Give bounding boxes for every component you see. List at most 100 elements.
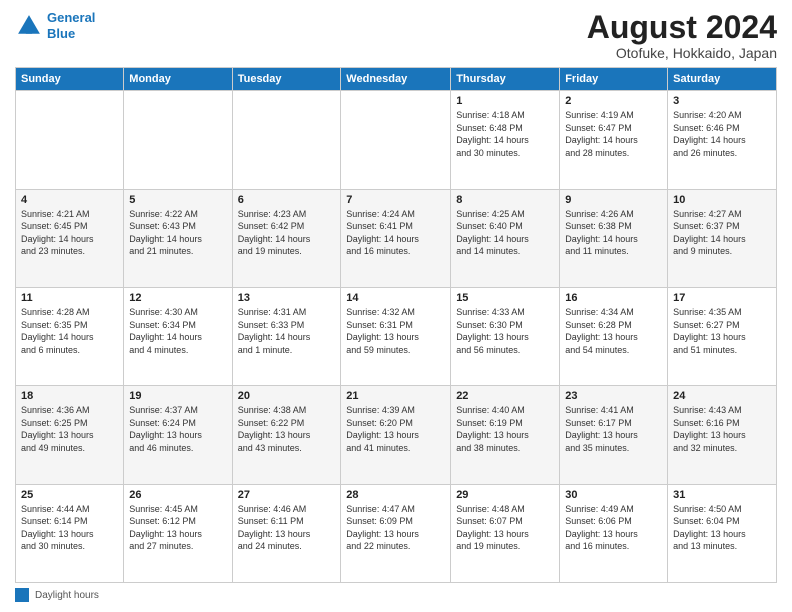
- day-number: 4: [21, 194, 118, 206]
- day-number: 13: [238, 292, 336, 304]
- calendar-cell: 22Sunrise: 4:40 AM Sunset: 6:19 PM Dayli…: [451, 386, 560, 484]
- calendar-cell: 10 Sunrise: 4:27 AM Sunset: 6:37 PM Dayli…: [668, 189, 777, 287]
- footer: Daylight hours: [15, 588, 777, 602]
- title-block: August 2024 Otofuke, Hokkaido, Japan: [587, 10, 777, 61]
- day-info: Sunrise: 4:25 AM Sunset: 6:40 PM Dayligh…: [456, 208, 554, 258]
- day-info: Sunrise: 4:35 AM Sunset: 6:27 PM Dayligh…: [673, 306, 771, 356]
- day-number: 3: [673, 95, 771, 107]
- day-info: Sunrise: 4:23 AM Sunset: 6:42 PM Dayligh…: [238, 208, 336, 258]
- calendar-cell: 31 Sunrise: 4:50 AM Sunset: 6:04 PM Dayli…: [668, 484, 777, 582]
- header: General Blue August 2024 Otofuke, Hokkai…: [15, 10, 777, 61]
- logo-text: General Blue: [47, 10, 95, 41]
- day-number: 5: [129, 194, 226, 206]
- day-info: Sunrise: 4:49 AM Sunset: 6:06 PM Dayligh…: [565, 503, 662, 553]
- subtitle: Otofuke, Hokkaido, Japan: [587, 45, 777, 61]
- calendar-cell: 25 Sunrise: 4:44 AM Sunset: 6:14 PM Dayli…: [16, 484, 124, 582]
- day-number: 20: [238, 390, 336, 402]
- day-number: 30: [565, 489, 662, 501]
- calendar-cell: [232, 91, 341, 189]
- calendar-cell: 3 Sunrise: 4:20 AM Sunset: 6:46 PM Daylig…: [668, 91, 777, 189]
- day-info: Sunrise: 4:26 AM Sunset: 6:38 PM Dayligh…: [565, 208, 662, 258]
- day-info: Sunrise: 4:33 AM Sunset: 6:30 PM Dayligh…: [456, 306, 554, 356]
- day-info: Sunrise: 4:43 AM Sunset: 6:16 PM Dayligh…: [673, 404, 771, 454]
- day-number: 14: [346, 292, 445, 304]
- day-number: 17: [673, 292, 771, 304]
- footer-label: Daylight hours: [35, 590, 99, 601]
- calendar-header-saturday: Saturday: [668, 68, 777, 91]
- day-info: Sunrise: 4:21 AM Sunset: 6:45 PM Dayligh…: [21, 208, 118, 258]
- day-info: Sunrise: 4:41 AM Sunset: 6:17 PM Dayligh…: [565, 404, 662, 454]
- day-number: 11: [21, 292, 118, 304]
- day-number: 31: [673, 489, 771, 501]
- calendar-cell: 1Sunrise: 4:18 AM Sunset: 6:48 PM Daylig…: [451, 91, 560, 189]
- day-info: Sunrise: 4:32 AM Sunset: 6:31 PM Dayligh…: [346, 306, 445, 356]
- day-number: 15: [456, 292, 554, 304]
- day-number: 2: [565, 95, 662, 107]
- calendar-cell: 23 Sunrise: 4:41 AM Sunset: 6:17 PM Dayli…: [560, 386, 668, 484]
- calendar-cell: [341, 91, 451, 189]
- day-info: Sunrise: 4:50 AM Sunset: 6:04 PM Dayligh…: [673, 503, 771, 553]
- calendar-cell: 9 Sunrise: 4:26 AM Sunset: 6:38 PM Daylig…: [560, 189, 668, 287]
- day-number: 23: [565, 390, 662, 402]
- calendar-cell: 8Sunrise: 4:25 AM Sunset: 6:40 PM Daylig…: [451, 189, 560, 287]
- calendar-cell: 15 Sunrise: 4:33 AM Sunset: 6:30 PM Dayli…: [451, 287, 560, 385]
- calendar-cell: [16, 91, 124, 189]
- calendar-cell: [124, 91, 232, 189]
- day-info: Sunrise: 4:19 AM Sunset: 6:47 PM Dayligh…: [565, 109, 662, 159]
- day-info: Sunrise: 4:48 AM Sunset: 6:07 PM Dayligh…: [456, 503, 554, 553]
- day-number: 16: [565, 292, 662, 304]
- calendar-cell: 26 Sunrise: 4:45 AM Sunset: 6:12 PM Dayli…: [124, 484, 232, 582]
- day-info: Sunrise: 4:31 AM Sunset: 6:33 PM Dayligh…: [238, 306, 336, 356]
- day-number: 7: [346, 194, 445, 206]
- calendar-cell: 30 Sunrise: 4:49 AM Sunset: 6:06 PM Dayli…: [560, 484, 668, 582]
- day-number: 9: [565, 194, 662, 206]
- day-info: Sunrise: 4:47 AM Sunset: 6:09 PM Dayligh…: [346, 503, 445, 553]
- day-info: Sunrise: 4:28 AM Sunset: 6:35 PM Dayligh…: [21, 306, 118, 356]
- day-number: 26: [129, 489, 226, 501]
- day-info: Sunrise: 4:24 AM Sunset: 6:41 PM Dayligh…: [346, 208, 445, 258]
- day-number: 18: [21, 390, 118, 402]
- day-number: 27: [238, 489, 336, 501]
- calendar-cell: 2 Sunrise: 4:19 AM Sunset: 6:47 PM Daylig…: [560, 91, 668, 189]
- day-info: Sunrise: 4:40 AM Sunset: 6:19 PM Dayligh…: [456, 404, 554, 454]
- calendar-header-tuesday: Tuesday: [232, 68, 341, 91]
- day-number: 21: [346, 390, 445, 402]
- calendar-cell: 6 Sunrise: 4:23 AM Sunset: 6:42 PM Daylig…: [232, 189, 341, 287]
- calendar-header-thursday: Thursday: [451, 68, 560, 91]
- calendar-cell: 7 Sunrise: 4:24 AM Sunset: 6:41 PM Daylig…: [341, 189, 451, 287]
- day-number: 12: [129, 292, 226, 304]
- day-info: Sunrise: 4:34 AM Sunset: 6:28 PM Dayligh…: [565, 306, 662, 356]
- calendar-cell: 13 Sunrise: 4:31 AM Sunset: 6:33 PM Dayli…: [232, 287, 341, 385]
- day-number: 29: [456, 489, 554, 501]
- page: General Blue August 2024 Otofuke, Hokkai…: [0, 0, 792, 612]
- calendar-header-monday: Monday: [124, 68, 232, 91]
- day-info: Sunrise: 4:37 AM Sunset: 6:24 PM Dayligh…: [129, 404, 226, 454]
- day-info: Sunrise: 4:22 AM Sunset: 6:43 PM Dayligh…: [129, 208, 226, 258]
- calendar-cell: 14 Sunrise: 4:32 AM Sunset: 6:31 PM Dayli…: [341, 287, 451, 385]
- calendar-week-row: 18Sunrise: 4:36 AM Sunset: 6:25 PM Dayli…: [16, 386, 777, 484]
- day-number: 6: [238, 194, 336, 206]
- calendar-header-row: SundayMondayTuesdayWednesdayThursdayFrid…: [16, 68, 777, 91]
- calendar-cell: 18Sunrise: 4:36 AM Sunset: 6:25 PM Dayli…: [16, 386, 124, 484]
- calendar-header-friday: Friday: [560, 68, 668, 91]
- day-info: Sunrise: 4:44 AM Sunset: 6:14 PM Dayligh…: [21, 503, 118, 553]
- calendar-week-row: 25 Sunrise: 4:44 AM Sunset: 6:14 PM Dayli…: [16, 484, 777, 582]
- main-title: August 2024: [587, 10, 777, 45]
- day-number: 10: [673, 194, 771, 206]
- day-info: Sunrise: 4:45 AM Sunset: 6:12 PM Dayligh…: [129, 503, 226, 553]
- day-number: 25: [21, 489, 118, 501]
- day-info: Sunrise: 4:30 AM Sunset: 6:34 PM Dayligh…: [129, 306, 226, 356]
- day-info: Sunrise: 4:39 AM Sunset: 6:20 PM Dayligh…: [346, 404, 445, 454]
- calendar-cell: 28Sunrise: 4:47 AM Sunset: 6:09 PM Dayli…: [341, 484, 451, 582]
- calendar-cell: 24 Sunrise: 4:43 AM Sunset: 6:16 PM Dayli…: [668, 386, 777, 484]
- calendar-cell: 29 Sunrise: 4:48 AM Sunset: 6:07 PM Dayli…: [451, 484, 560, 582]
- day-number: 19: [129, 390, 226, 402]
- calendar-cell: 4 Sunrise: 4:21 AM Sunset: 6:45 PM Daylig…: [16, 189, 124, 287]
- calendar-table: SundayMondayTuesdayWednesdayThursdayFrid…: [15, 67, 777, 583]
- day-info: Sunrise: 4:27 AM Sunset: 6:37 PM Dayligh…: [673, 208, 771, 258]
- calendar-cell: 5 Sunrise: 4:22 AM Sunset: 6:43 PM Daylig…: [124, 189, 232, 287]
- calendar-header-sunday: Sunday: [16, 68, 124, 91]
- calendar-cell: 16 Sunrise: 4:34 AM Sunset: 6:28 PM Dayli…: [560, 287, 668, 385]
- day-number: 24: [673, 390, 771, 402]
- day-info: Sunrise: 4:20 AM Sunset: 6:46 PM Dayligh…: [673, 109, 771, 159]
